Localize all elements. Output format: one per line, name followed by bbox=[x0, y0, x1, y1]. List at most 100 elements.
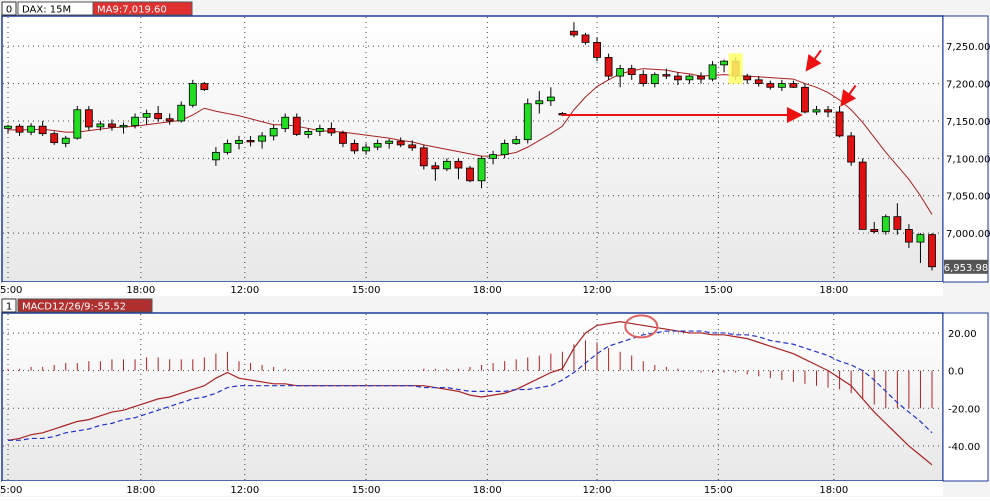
candle-up[interactable] bbox=[616, 68, 625, 77]
candle-down[interactable] bbox=[858, 161, 867, 230]
candle-up[interactable] bbox=[777, 83, 786, 88]
main-y-tick-label: 7,000.00 bbox=[946, 229, 990, 240]
candle-up[interactable] bbox=[362, 146, 370, 152]
candle-down[interactable] bbox=[154, 113, 163, 120]
candle-up[interactable] bbox=[177, 104, 186, 122]
candle-up[interactable] bbox=[881, 216, 890, 233]
candle-up[interactable] bbox=[720, 60, 728, 66]
candle-up[interactable] bbox=[304, 131, 313, 135]
candle-down[interactable] bbox=[339, 132, 347, 144]
ma-label: MA9:7,019.60 bbox=[97, 5, 167, 16]
candle-up[interactable] bbox=[385, 140, 394, 144]
candle-up[interactable] bbox=[650, 74, 659, 84]
candle-up[interactable] bbox=[500, 142, 509, 156]
candle-down[interactable] bbox=[754, 79, 763, 84]
candle-up[interactable] bbox=[512, 139, 521, 144]
candle-up[interactable] bbox=[258, 135, 267, 142]
candle-up[interactable] bbox=[235, 139, 243, 144]
macd-header: 1 MACD12/26/9:-55.52 bbox=[1, 298, 153, 313]
candle-down[interactable] bbox=[627, 68, 636, 75]
candle-up[interactable] bbox=[315, 128, 324, 132]
candle-up[interactable] bbox=[131, 116, 139, 126]
macd-plot-area[interactable] bbox=[1, 312, 944, 482]
candle-up[interactable] bbox=[269, 128, 278, 137]
candle-up[interactable] bbox=[223, 142, 232, 153]
candle-up[interactable] bbox=[142, 113, 151, 118]
candle-up[interactable] bbox=[708, 64, 717, 80]
candle-down[interactable] bbox=[870, 228, 879, 233]
macd-x-tick-label: 18:00 bbox=[126, 485, 155, 496]
macd-x-tick-label: 15:00 bbox=[704, 485, 733, 496]
candle-down[interactable] bbox=[697, 75, 705, 80]
candle-down[interactable] bbox=[928, 234, 936, 268]
candle-down[interactable] bbox=[570, 30, 578, 36]
candle-down[interactable] bbox=[350, 142, 359, 152]
candle-down[interactable] bbox=[15, 125, 24, 133]
candle-down[interactable] bbox=[200, 83, 209, 90]
main-y-tick-label: 7,200.00 bbox=[946, 80, 990, 91]
chart-canvas: 0 DAX: 15M MA9:7,019.60 7,250.00 7,200.00… bbox=[0, 0, 990, 497]
candle-down[interactable] bbox=[905, 228, 913, 243]
macd-panel-index: 1 bbox=[6, 302, 12, 313]
candle-up[interactable] bbox=[523, 103, 532, 141]
candle-down[interactable] bbox=[292, 116, 301, 135]
candle-down[interactable] bbox=[327, 128, 336, 134]
main-y-tick-label: 7,250.00 bbox=[946, 42, 990, 53]
candle-down[interactable] bbox=[604, 56, 613, 77]
candle-down[interactable] bbox=[593, 42, 601, 58]
candle-up[interactable] bbox=[27, 125, 36, 133]
candle-down[interactable] bbox=[165, 118, 174, 122]
candle-down[interactable] bbox=[454, 160, 463, 169]
candle-down[interactable] bbox=[246, 139, 255, 143]
main-x-tick-label: 12:00 bbox=[583, 285, 612, 296]
candle-down[interactable] bbox=[431, 165, 440, 170]
last-price-label: 6,953.98 bbox=[944, 263, 989, 274]
candle-down[interactable] bbox=[674, 75, 682, 81]
candle-up[interactable] bbox=[188, 83, 197, 106]
candle-up[interactable] bbox=[916, 234, 925, 243]
candle-down[interactable] bbox=[396, 140, 405, 146]
candle-up[interactable] bbox=[442, 160, 451, 170]
highlight-box bbox=[728, 53, 743, 84]
main-price-axis bbox=[942, 15, 989, 283]
main-plot-area[interactable] bbox=[1, 15, 944, 283]
candle-up[interactable] bbox=[477, 157, 486, 182]
candle-down[interactable] bbox=[419, 147, 428, 167]
candle-up[interactable] bbox=[4, 125, 12, 129]
candle-down[interactable] bbox=[50, 133, 59, 144]
candle-down[interactable] bbox=[639, 74, 648, 84]
candle-up[interactable] bbox=[96, 123, 105, 128]
candle-down[interactable] bbox=[893, 216, 902, 230]
main-x-tick-label: 15:00 bbox=[352, 285, 381, 296]
candle-down[interactable] bbox=[743, 75, 752, 81]
candle-down[interactable] bbox=[662, 74, 671, 77]
candle-up[interactable] bbox=[373, 142, 382, 148]
macd-x-tick-label: 15:00 bbox=[0, 485, 22, 496]
candle-down[interactable] bbox=[108, 123, 116, 128]
candle-up[interactable] bbox=[119, 125, 128, 128]
symbol-label: DAX: 15M bbox=[22, 5, 71, 16]
candle-up[interactable] bbox=[812, 109, 821, 113]
main-x-tick-label: 18:00 bbox=[819, 285, 848, 296]
candle-down[interactable] bbox=[466, 167, 474, 182]
candle-down[interactable] bbox=[801, 86, 809, 113]
candle-down[interactable] bbox=[408, 144, 417, 149]
candle-down[interactable] bbox=[835, 111, 844, 137]
candle-down[interactable] bbox=[789, 83, 798, 88]
candle-up[interactable] bbox=[73, 109, 82, 139]
candle-up[interactable] bbox=[61, 137, 70, 144]
candle-up[interactable] bbox=[535, 100, 544, 105]
candle-down[interactable] bbox=[84, 109, 93, 128]
candle-down[interactable] bbox=[824, 109, 832, 113]
macd-y-tick-label: 20.00 bbox=[948, 329, 977, 340]
candle-up[interactable] bbox=[489, 154, 498, 159]
candle-down[interactable] bbox=[38, 125, 47, 135]
candle-down[interactable] bbox=[581, 34, 590, 43]
candle-down[interactable] bbox=[766, 83, 775, 88]
last-price-badge: 6,953.98 bbox=[944, 259, 989, 274]
candle-up[interactable] bbox=[211, 151, 220, 161]
candle-up[interactable] bbox=[685, 75, 694, 81]
candle-up[interactable] bbox=[546, 96, 555, 102]
candle-down[interactable] bbox=[847, 135, 856, 163]
candle-up[interactable] bbox=[281, 116, 290, 129]
